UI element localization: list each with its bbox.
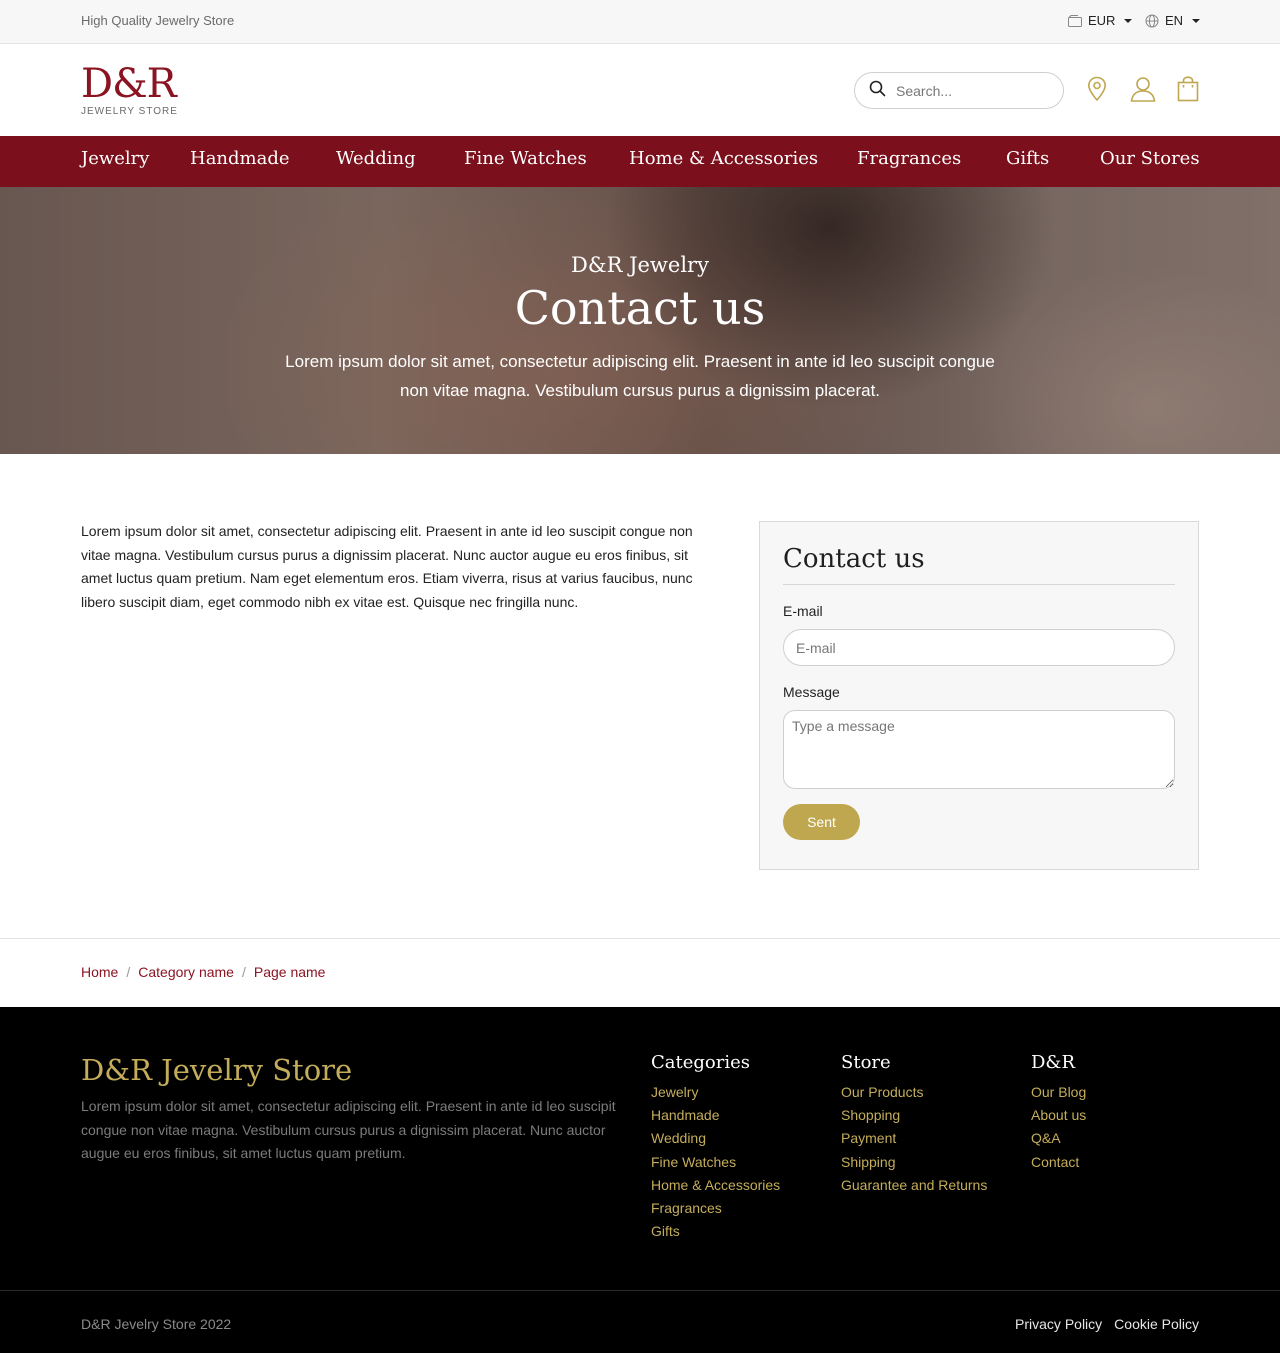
footer-link[interactable]: Payment bbox=[841, 1127, 987, 1150]
logo-subtitle: JEWELRY STORE bbox=[81, 106, 178, 117]
nav-item-our-stores[interactable]: Our Stores bbox=[1100, 148, 1200, 169]
shopping-bag-icon[interactable] bbox=[1177, 76, 1199, 107]
nav-item-wedding[interactable]: Wedding bbox=[336, 148, 416, 169]
footer-link[interactable]: Shipping bbox=[841, 1151, 987, 1174]
chevron-down-icon bbox=[1192, 18, 1201, 23]
globe-icon bbox=[1145, 14, 1159, 28]
message-label: Message bbox=[783, 684, 840, 700]
footer-link[interactable]: Home & Accessories bbox=[651, 1174, 780, 1197]
footer-link[interactable]: Gifts bbox=[651, 1220, 780, 1243]
language-value: EN bbox=[1165, 13, 1184, 28]
footer-link[interactable]: Shopping bbox=[841, 1104, 987, 1127]
footer-link[interactable]: Fragrances bbox=[651, 1197, 780, 1220]
email-label: E-mail bbox=[783, 603, 823, 619]
breadcrumb-separator: / bbox=[241, 964, 246, 980]
footer-about-text: Lorem ipsum dolor sit amet, consectetur … bbox=[81, 1098, 616, 1161]
logo-mark: D&R bbox=[81, 61, 177, 107]
footer-brand: D&R Jevelry Store bbox=[81, 1053, 353, 1087]
footer-column-title: Store bbox=[841, 1052, 891, 1073]
breadcrumb-bar: Home / Category name / Page name bbox=[0, 938, 1280, 1007]
nav-item-jewelry[interactable]: Jewelry bbox=[81, 148, 149, 169]
nav-item-fine-watches[interactable]: Fine Watches bbox=[464, 148, 587, 169]
footer-link[interactable]: Our Blog bbox=[1031, 1081, 1086, 1104]
hero-content: D&R Jewelry Contact us Lorem ipsum dolor… bbox=[0, 253, 1280, 405]
footer-column-title: Categories bbox=[651, 1052, 750, 1073]
search-input[interactable] bbox=[896, 82, 1046, 99]
footer-column-title: D&R bbox=[1031, 1052, 1076, 1073]
footer-column-dr: D&R Our Blog About us Q&A Contact bbox=[1031, 1052, 1086, 1174]
contact-form-title: Contact us bbox=[783, 544, 1175, 585]
nav-item-handmade[interactable]: Handmade bbox=[190, 148, 290, 169]
site-footer: D&R Jevelry Store Lorem ipsum dolor sit … bbox=[0, 1007, 1280, 1353]
search-icon[interactable] bbox=[869, 80, 886, 102]
footer-link[interactable]: About us bbox=[1031, 1104, 1086, 1127]
wallet-icon bbox=[1068, 14, 1082, 27]
search-box bbox=[854, 72, 1064, 109]
send-button[interactable]: Sent bbox=[783, 804, 860, 840]
user-icon[interactable] bbox=[1130, 76, 1156, 107]
breadcrumb-home[interactable]: Home bbox=[81, 964, 118, 980]
page-title: Contact us bbox=[514, 281, 766, 335]
map-pin-icon[interactable] bbox=[1087, 76, 1107, 107]
email-field[interactable] bbox=[783, 629, 1175, 666]
breadcrumb: Home / Category name / Page name bbox=[81, 964, 325, 980]
hero-kicker: D&R Jewelry bbox=[571, 253, 709, 277]
footer-link[interactable]: Fine Watches bbox=[651, 1151, 780, 1174]
currency-selector[interactable]: EUR bbox=[1068, 13, 1133, 28]
copyright-text: D&R Jevelry Store 2022 bbox=[81, 1316, 232, 1332]
footer-column-categories: Categories Jewelry Handmade Wedding Fine… bbox=[651, 1052, 780, 1243]
footer-link[interactable]: Contact bbox=[1031, 1151, 1086, 1174]
footer-link[interactable]: Q&A bbox=[1031, 1127, 1086, 1150]
hero-banner: D&R Jewelry Contact us Lorem ipsum dolor… bbox=[0, 187, 1280, 454]
footer-link[interactable]: Handmade bbox=[651, 1104, 780, 1127]
hero-description: Lorem ipsum dolor sit amet, consectetur … bbox=[285, 352, 995, 400]
breadcrumb-category[interactable]: Category name bbox=[138, 964, 234, 980]
legal-links: Privacy Policy Cookie Policy bbox=[1015, 1316, 1199, 1332]
currency-value: EUR bbox=[1088, 13, 1116, 28]
store-tagline: High Quality Jewelry Store bbox=[81, 13, 235, 28]
top-bar: High Quality Jewelry Store EUR EN bbox=[0, 0, 1280, 44]
language-selector[interactable]: EN bbox=[1145, 13, 1201, 28]
intro-text: Lorem ipsum dolor sit amet, consectetur … bbox=[81, 523, 693, 610]
site-logo[interactable]: D&R JEWELRY STORE bbox=[81, 62, 178, 117]
nav-item-gifts[interactable]: Gifts bbox=[1006, 148, 1049, 169]
footer-link[interactable]: Guarantee and Returns bbox=[841, 1174, 987, 1197]
site-header: D&R JEWELRY STORE bbox=[0, 44, 1280, 136]
footer-link[interactable]: Our Products bbox=[841, 1081, 987, 1104]
message-field[interactable] bbox=[783, 710, 1175, 789]
cookie-policy-link[interactable]: Cookie Policy bbox=[1114, 1316, 1199, 1332]
footer-link[interactable]: Jewelry bbox=[651, 1081, 780, 1104]
footer-column-store: Store Our Products Shopping Payment Ship… bbox=[841, 1052, 987, 1197]
nav-item-home-accessories[interactable]: Home & Accessories bbox=[629, 148, 818, 169]
nav-item-fragrances[interactable]: Fragrances bbox=[857, 148, 961, 169]
main-nav: Jewelry Handmade Wedding Fine Watches Ho… bbox=[0, 136, 1280, 187]
contact-form: Contact us E-mail Message Sent bbox=[759, 521, 1199, 870]
footer-bottom-bar: D&R Jevelry Store 2022 Privacy Policy Co… bbox=[0, 1290, 1280, 1353]
footer-link[interactable]: Wedding bbox=[651, 1127, 780, 1150]
privacy-policy-link[interactable]: Privacy Policy bbox=[1015, 1316, 1102, 1332]
chevron-down-icon bbox=[1124, 18, 1133, 23]
breadcrumb-page[interactable]: Page name bbox=[254, 964, 326, 980]
breadcrumb-separator: / bbox=[126, 964, 131, 980]
